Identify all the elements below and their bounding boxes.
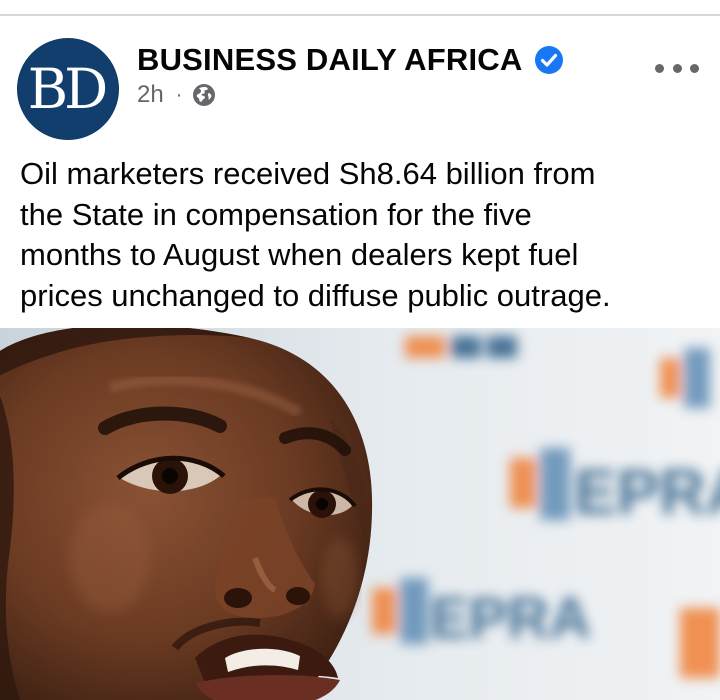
post-image[interactable]: EPRA EPRA — [0, 328, 720, 700]
more-dot — [655, 63, 664, 73]
post-meta: 2h · — [137, 80, 216, 110]
verified-badge-icon — [535, 46, 564, 74]
page-avatar[interactable]: BD — [17, 38, 119, 140]
post-text-line: months to August when dealers kept fuel — [20, 237, 579, 272]
post-timestamp[interactable]: 2h — [137, 81, 164, 109]
globe-icon[interactable] — [192, 83, 216, 107]
post-text-line: Oil marketers received Sh8.64 billion fr… — [20, 156, 596, 191]
backdrop-logo-text: EPRA — [574, 456, 720, 528]
page-name-row: BUSINESS DAILY AFRICA — [137, 40, 564, 80]
post-text-line: prices unchanged to diffuse public outra… — [20, 277, 611, 313]
page-name[interactable]: BUSINESS DAILY AFRICA — [137, 42, 522, 78]
post-photo: EPRA EPRA — [0, 328, 720, 700]
more-options-button[interactable] — [655, 56, 699, 80]
more-dot — [672, 63, 682, 73]
post-text-line: the State in compensation for the five — [20, 196, 532, 232]
backdrop-logo-text: EPRA — [430, 586, 591, 651]
more-dot — [690, 63, 699, 73]
avatar-logo-text: BD — [27, 57, 109, 121]
post-header: BD BUSINESS DAILY AFRICA 2h · — [0, 16, 720, 146]
meta-separator: · — [175, 83, 183, 106]
facebook-post: BD BUSINESS DAILY AFRICA 2h · Oil market… — [0, 0, 720, 700]
post-text: Oil marketers received Sh8.64 billion fr… — [20, 154, 710, 316]
person — [0, 328, 373, 700]
